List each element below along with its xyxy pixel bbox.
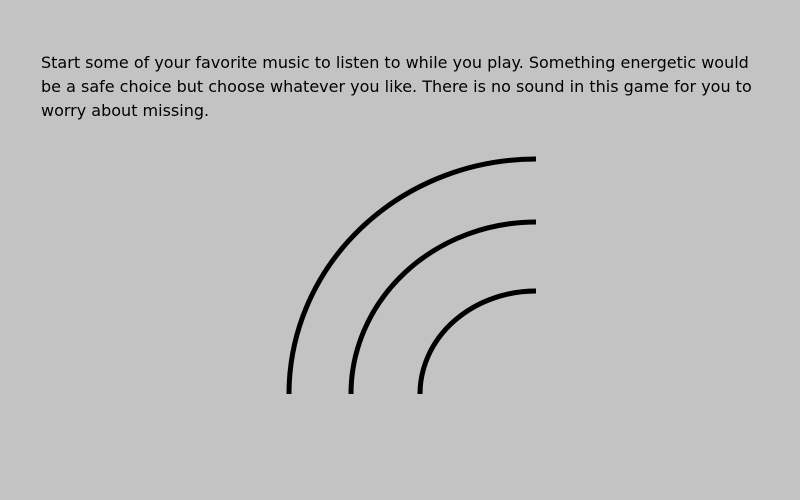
middle-arc xyxy=(348,219,537,395)
music-waves-icon xyxy=(286,156,537,395)
inner-arc xyxy=(417,288,537,395)
outer-arc xyxy=(286,156,537,395)
game-screen: Start some of your favorite music to lis… xyxy=(0,0,800,500)
